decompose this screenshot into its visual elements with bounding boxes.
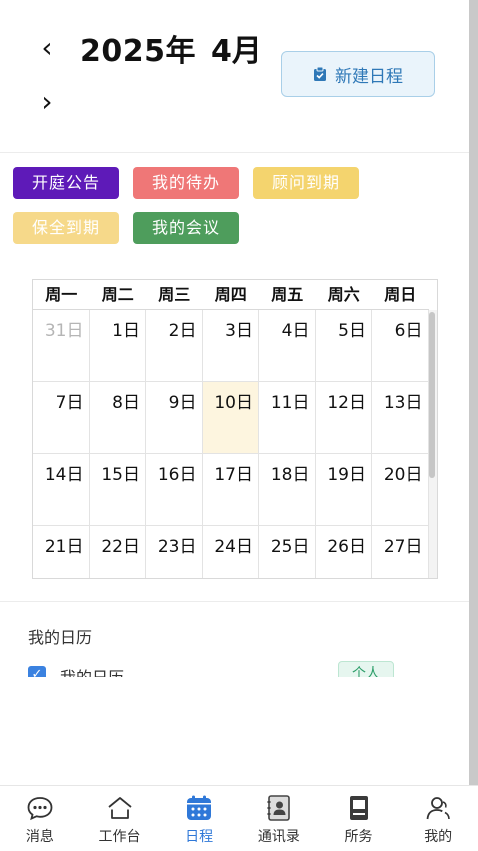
day-cell[interactable]: 19日: [315, 454, 372, 526]
day-cell[interactable]: 6日: [372, 310, 429, 382]
day-cell[interactable]: 2日: [146, 310, 203, 382]
day-cell[interactable]: 7日: [33, 382, 90, 454]
tab-mine[interactable]: 我的: [398, 786, 478, 851]
bottom-tab-bar: 消息 工作台 日程 通讯录 所务 我的: [0, 785, 478, 851]
new-schedule-label: 新建日程: [335, 66, 403, 87]
calendar-scrollbar-thumb[interactable]: [429, 312, 435, 478]
day-cell[interactable]: 8日: [89, 382, 146, 454]
week-row: 21日 22日 23日 24日 25日 26日 27日: [33, 526, 429, 578]
weekday-sat: 周六: [327, 285, 360, 304]
header: ‹ › 2025年 4月 新建日程: [0, 0, 469, 152]
weekday-tue: 周二: [101, 285, 134, 304]
day-cell[interactable]: 15日: [89, 454, 146, 526]
weekday-header: 周一 周二 周三 周四 周五 周六 周日: [33, 280, 429, 310]
personal-button[interactable]: 个人: [338, 661, 394, 677]
tab-messages[interactable]: 消息: [0, 786, 80, 851]
day-cell[interactable]: 18日: [259, 454, 316, 526]
weekday-sun: 周日: [384, 285, 417, 304]
tab-label: 我的: [424, 829, 453, 845]
day-cell[interactable]: 14日: [33, 454, 90, 526]
day-cell[interactable]: 21日: [33, 526, 90, 578]
day-cell[interactable]: 1日: [89, 310, 146, 382]
new-schedule-button[interactable]: 新建日程: [281, 51, 435, 97]
day-cell[interactable]: 10日: [202, 382, 259, 454]
day-cell[interactable]: 4日: [259, 310, 316, 382]
day-cell[interactable]: 25日: [259, 526, 316, 578]
day-cell[interactable]: 23日: [146, 526, 203, 578]
day-cell[interactable]: 20日: [372, 454, 429, 526]
day-cell[interactable]: 9日: [146, 382, 203, 454]
tab-contacts[interactable]: 通讯录: [239, 786, 319, 851]
day-cell[interactable]: 5日: [315, 310, 372, 382]
tab-schedule[interactable]: 日程: [159, 786, 239, 851]
week-row: 14日 15日 16日 17日 18日 19日 20日: [33, 454, 429, 526]
weekday-mon: 周一: [45, 285, 78, 304]
page-scrollbar[interactable]: [469, 0, 478, 785]
tab-office-affairs[interactable]: 所务: [319, 786, 399, 851]
day-cell[interactable]: 27日: [372, 526, 429, 578]
weekday-thu: 周四: [214, 285, 247, 304]
calendar-body: 31日 1日 2日 3日 4日 5日 6日 7日 8日 9日 10日 11日 1…: [33, 310, 429, 578]
tag-advisor-expiry[interactable]: 顾问到期: [253, 167, 359, 199]
chat-bubble-icon: [27, 797, 53, 821]
chevron-left-icon[interactable]: ‹: [30, 28, 64, 68]
my-calendar-item-label: 我的日历: [60, 664, 124, 677]
month-title: 4月: [211, 34, 262, 69]
week-row: 31日 1日 2日 3日 4日 5日 6日: [33, 310, 429, 382]
day-cell[interactable]: 22日: [90, 526, 146, 578]
day-cell[interactable]: 17日: [202, 454, 259, 526]
day-cell[interactable]: 24日: [203, 526, 259, 578]
tag-my-meeting[interactable]: 我的会议: [133, 212, 239, 244]
tab-label: 消息: [25, 829, 54, 845]
contacts-book-icon: [267, 795, 290, 821]
tab-label: 日程: [185, 829, 214, 845]
checkbox-icon[interactable]: ✓: [28, 666, 46, 677]
chevron-right-icon[interactable]: ›: [30, 82, 64, 122]
divider: [0, 152, 469, 153]
calendar-grid: 周一 周二 周三 周四 周五 周六 周日 31日 1日 2日 3日 4日 5日 …: [32, 279, 438, 579]
day-cell[interactable]: 26日: [316, 526, 372, 578]
weekday-wed: 周三: [158, 285, 191, 304]
year-title: 2025年: [80, 34, 196, 69]
tab-label: 所务: [344, 829, 373, 845]
week-row: 7日 8日 9日 10日 11日 12日 13日: [33, 382, 429, 454]
day-cell[interactable]: 16日: [146, 454, 203, 526]
day-cell[interactable]: 3日: [202, 310, 259, 382]
tag-preservation-expiry[interactable]: 保全到期: [13, 212, 119, 244]
tab-label: 通讯录: [257, 829, 300, 845]
day-cell[interactable]: 11日: [259, 382, 316, 454]
day-cell[interactable]: 13日: [372, 382, 429, 454]
tab-label: 工作台: [98, 829, 141, 845]
user-icon: [426, 797, 450, 820]
my-calendar-title: 我的日历: [28, 628, 93, 647]
day-cell[interactable]: 12日: [315, 382, 372, 454]
my-calendar-section: 我的日历 ✓ 我的日历 个人: [0, 602, 469, 677]
weekday-fri: 周五: [271, 285, 304, 304]
home-icon: [107, 797, 132, 819]
tab-workbench[interactable]: 工作台: [80, 786, 160, 851]
day-cell[interactable]: 31日: [33, 310, 90, 382]
tag-my-todo[interactable]: 我的待办: [133, 167, 239, 199]
clipboard-check-icon: [314, 66, 326, 81]
calendar-icon: [187, 795, 212, 820]
briefcase-icon: [349, 796, 368, 820]
tag-court-notice[interactable]: 开庭公告: [13, 167, 119, 199]
